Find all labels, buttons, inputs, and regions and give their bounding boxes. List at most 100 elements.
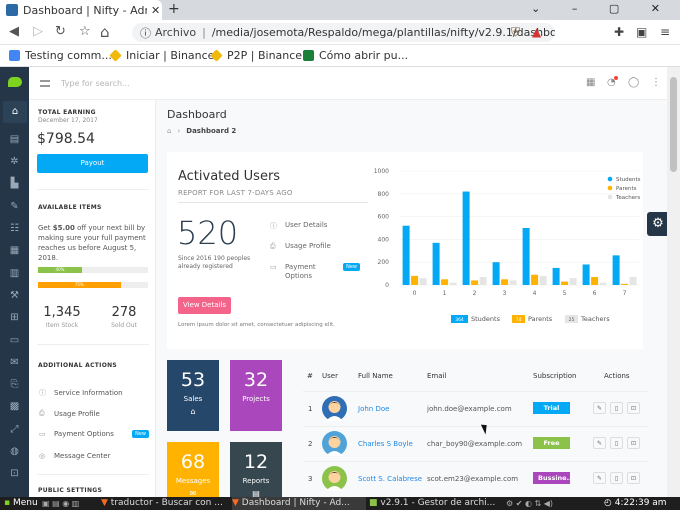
edit-pencil-icon[interactable]: ✎ [593,472,606,484]
y-tick-label: 600 [378,214,390,221]
stat-tile-messages[interactable]: 68 Messages ✉ [167,442,219,497]
quicklaunch-icons[interactable]: ▣ ▤ ◉ ▥ [42,497,79,510]
extensions-icon[interactable]: ✚ [614,25,624,39]
bar-parents [591,277,599,285]
tray-icons[interactable]: ⚙ ✔ ◐ ⇅ ◀) [506,497,553,510]
browser-tab-active[interactable]: Dashboard | Nifty - Admin ✕ [0,0,162,20]
lock-icon[interactable]: ⊡ [627,402,640,414]
window-controls[interactable]: ⌄ – ▢ ✕ [531,2,674,15]
home-icon[interactable]: ⌂ [3,101,27,123]
bookmark-item[interactable]: Testing comm... [9,49,112,62]
avatar[interactable] [322,431,347,456]
lock-icon[interactable]: ⊡ [627,472,640,484]
legend-dot [607,176,613,182]
tile-label: Reports [242,477,270,485]
avatar[interactable] [322,396,347,421]
expand-icon[interactable]: ⤢ [8,423,21,436]
tile-value: 12 [243,451,269,473]
stat-tile-sales[interactable]: 53 Sales ⌂ [167,360,219,431]
start-menu-button[interactable]: ▪ Menu [4,497,38,510]
taskbar-window-active[interactable]: ▼ Dashboard | Nifty - Ad... [232,497,366,510]
mail-icon[interactable]: ✉ [8,356,21,369]
forms-icon[interactable]: ☷ [8,222,21,235]
table-header: Subscription [533,372,577,380]
globe-icon[interactable]: ◍ [8,445,21,458]
usage-profile-link[interactable]: ⎙ Usage Profile [270,242,360,251]
tools-icon[interactable]: ⚒ [8,289,21,302]
edit-pencil-icon[interactable]: ✎ [593,402,606,414]
back-arrow-icon[interactable]: ◀ [9,24,19,39]
action-message-center[interactable]: ◎ Message Center [39,452,149,460]
user-details-link[interactable]: ⓘ User Details [270,221,360,231]
footer-legend-label: Parents [528,315,553,323]
additional-actions-heading: ADDITIONAL ACTIONS [38,362,118,369]
footer-legend-count: 364 [455,317,464,323]
bar-parents [621,283,629,285]
palette-icon[interactable]: ✲ [8,155,21,168]
user-name-link[interactable]: Scott S. Calabrese [358,475,422,483]
new-tab-button[interactable]: + [168,1,180,17]
pencil-icon[interactable]: ✎ [8,200,21,213]
payment-options-link[interactable]: ▭ Payment Options New [270,263,360,281]
bookmark-star-icon[interactable]: ☆ [79,24,91,39]
edit-pencil-icon[interactable]: ✎ [593,437,606,449]
os-taskbar: ▪ Menu ▣ ▤ ◉ ▥ ▼ traductor - Buscar con … [0,497,680,510]
lock-icon[interactable]: ⊡ [8,467,21,480]
trash-icon[interactable]: ▯ [610,437,623,449]
tab-close-icon[interactable]: ✕ [151,4,160,17]
reload-icon[interactable]: ↻ [55,24,66,39]
scrollbar-thumb[interactable] [670,77,677,172]
trash-icon[interactable]: ▯ [610,472,623,484]
address-bar[interactable]: ⓘ Archivo | /media/josemota/Respaldo/meg… [132,23,555,42]
brave-shield-icon[interactable]: ⛨ [511,25,520,40]
stat-tile-projects[interactable]: 32 Projects [230,360,282,431]
stat-tile-reports[interactable]: 12 Reports ▤ [230,442,282,497]
user-name-link[interactable]: Charles S Boyle [358,440,413,448]
taskbar-window[interactable]: ▼ traductor - Buscar con ... [101,497,226,510]
browser-tab-bar: Dashboard | Nifty - Admin ✕ + ⌄ – ▢ ✕ [0,0,680,20]
taskbar-window[interactable]: ■ v2.9.1 - Gestor de archi... [369,497,497,510]
bar-students [582,264,590,285]
avatar[interactable] [322,466,347,491]
table-icon[interactable]: ▩ [8,400,21,413]
forward-arrow-icon[interactable]: ▷ [33,24,43,39]
view-details-button[interactable]: View Details [178,297,231,314]
menu-icon[interactable]: ≡ [660,25,670,39]
apps-icon[interactable]: ⊞ [8,311,21,324]
bookmark-item[interactable]: Cómo abrir pu... [303,49,408,62]
lock-icon[interactable]: ⊡ [627,437,640,449]
home-icon[interactable]: ⌂ [167,127,171,135]
action-payment-options[interactable]: ▭ Payment Options New [39,430,149,438]
hamburger-menu-icon[interactable] [40,80,50,87]
action-usage-profile[interactable]: ⎙ Usage Profile [39,409,149,418]
inbox-icon[interactable]: ⎘ [8,378,21,391]
home-icon[interactable]: ⌂ [100,23,110,41]
clock-icon: ◴ [604,498,612,508]
grid-icon[interactable]: ▦ [8,244,21,257]
more-vertical-icon[interactable]: ⋮ [651,77,661,88]
action-service-information[interactable]: ⓘ Service Information [39,388,149,398]
search-input[interactable]: Type for search... [61,79,130,88]
settings-gear-icon[interactable]: ⚙ [647,212,669,236]
brave-rewards-icon[interactable]: ▲ [532,25,541,39]
sold-out-value: 278 [111,305,137,320]
trash-icon[interactable]: ▯ [610,402,623,414]
bar-parents [501,279,509,285]
row-number: 2 [308,440,313,448]
users-table: # User Full Name Email Subscription Actions 1 J… [303,372,653,497]
address-separator: | [202,26,206,39]
page-scrollbar[interactable] [667,67,680,497]
layers-icon[interactable]: ▤ [8,133,21,146]
chart-icon[interactable]: ▥ [8,267,21,280]
monitor-icon[interactable]: ▭ [8,334,21,347]
bookmark-item[interactable]: P2P | Binance [210,49,302,62]
card-icon: ▭ [270,263,277,271]
grid-apps-icon[interactable]: ▦ [586,77,595,88]
brush-icon[interactable]: ▙ [8,177,21,190]
payout-button[interactable]: Payout [37,154,148,173]
bookmark-item[interactable]: Iniciar | Binance [109,49,214,62]
wallet-icon[interactable]: ▣ [636,25,647,39]
browser-toolbar: ◀ ▷ ↻ ☆ ⌂ ⓘ Archivo | /media/josemota/Re… [0,20,680,45]
user-icon[interactable]: ◯ [628,77,639,88]
user-name-link[interactable]: John Doe [358,405,389,413]
